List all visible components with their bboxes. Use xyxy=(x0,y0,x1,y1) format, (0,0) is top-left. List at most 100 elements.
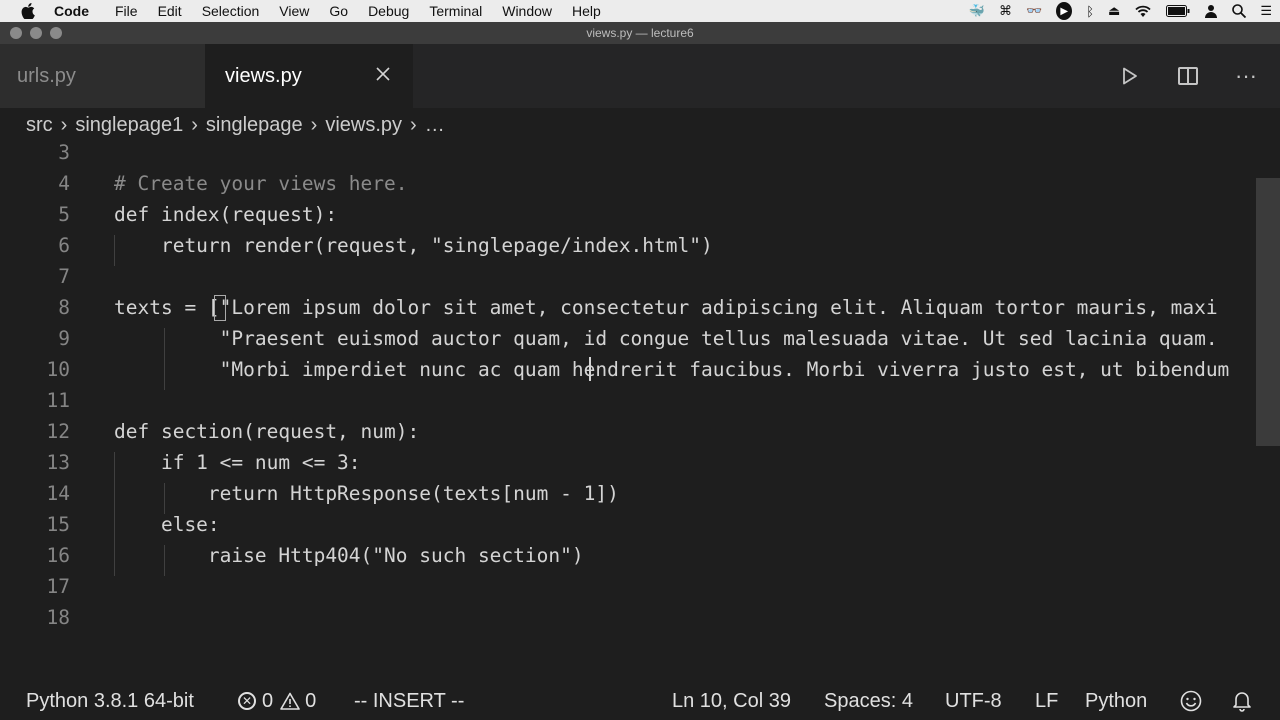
play-circle-icon[interactable]: ▶ xyxy=(1056,2,1073,20)
encoding[interactable]: UTF-8 xyxy=(945,682,1002,720)
code-line: 16 raise Http404("No such section") xyxy=(0,540,1280,571)
control-center-icon[interactable]: ☰ xyxy=(1260,2,1272,20)
problems-indicator[interactable]: ✕ 0 0 xyxy=(236,682,316,720)
editor-actions: ··· xyxy=(1116,44,1260,108)
smiley-icon[interactable] xyxy=(1180,682,1202,720)
tab-label: urls.py xyxy=(17,64,76,87)
line-number: 13 xyxy=(46,451,70,474)
menu-view[interactable]: View xyxy=(279,3,309,19)
menu-app-name[interactable]: Code xyxy=(54,3,89,19)
line-number: 15 xyxy=(46,513,70,536)
vertical-scrollbar[interactable] xyxy=(1256,178,1280,446)
line-number: 9 xyxy=(58,327,70,350)
code-line: 13 if 1 <= num <= 3: xyxy=(0,447,1280,478)
line-number: 5 xyxy=(58,203,70,226)
line-number: 11 xyxy=(46,389,70,412)
indentation[interactable]: Spaces: 4 xyxy=(824,682,913,720)
line-number: 8 xyxy=(58,296,70,319)
code-line: 15 else: xyxy=(0,509,1280,540)
line-text: else: xyxy=(114,513,220,536)
tab-urls-py[interactable]: urls.py xyxy=(0,44,205,108)
code-editor[interactable]: 3 4 # Create your views here. 5 def index(… xyxy=(0,142,1280,662)
code-line: 6 return render(request, "singlepage/ind… xyxy=(0,230,1280,261)
warning-count: 0 xyxy=(305,689,317,712)
code-line: 3 xyxy=(0,142,1280,168)
user-icon[interactable] xyxy=(1204,2,1218,20)
code-line: 7 xyxy=(0,261,1280,292)
breadcrumb: src › singlepage1 › singlepage › views.p… xyxy=(0,108,1280,142)
menu-window[interactable]: Window xyxy=(502,3,552,19)
error-circle-icon: ✕ xyxy=(236,690,258,712)
bell-icon[interactable] xyxy=(1232,682,1252,720)
line-text: "Morbi imperdiet nunc ac quam hendrerit … xyxy=(114,358,1230,381)
line-number: 3 xyxy=(58,142,70,164)
code-line: 17 xyxy=(0,571,1280,602)
line-number: 16 xyxy=(46,544,70,567)
code-line: 11 xyxy=(0,385,1280,416)
python-interpreter[interactable]: Python 3.8.1 64-bit xyxy=(26,682,194,720)
status-bar: Python 3.8.1 64-bit ✕ 0 0 -- INSERT -- L… xyxy=(0,682,1280,720)
close-icon[interactable] xyxy=(371,62,395,86)
menu-help[interactable]: Help xyxy=(572,3,601,19)
battery-icon[interactable] xyxy=(1166,2,1190,20)
code-line: 18 xyxy=(0,602,1280,633)
menu-debug[interactable]: Debug xyxy=(368,3,409,19)
cursor-position[interactable]: Ln 10, Col 39 xyxy=(672,682,791,720)
line-text: # Create your views here. xyxy=(114,172,408,195)
line-number: 18 xyxy=(46,606,70,629)
tab-views-py[interactable]: views.py xyxy=(205,44,413,108)
docker-whale-icon[interactable]: 🐳 xyxy=(969,2,985,20)
line-text: def section(request, num): xyxy=(114,420,420,443)
warning-triangle-icon xyxy=(279,690,301,712)
close-window-icon[interactable] xyxy=(10,27,22,39)
glasses-icon[interactable]: 👓 xyxy=(1026,2,1042,20)
apple-logo-icon[interactable] xyxy=(20,3,36,19)
line-text: return render(request, "singlepage/index… xyxy=(114,234,713,257)
line-number: 4 xyxy=(58,172,70,195)
menu-terminal[interactable]: Terminal xyxy=(429,3,482,19)
error-count: 0 xyxy=(262,689,274,712)
maximize-window-icon[interactable] xyxy=(50,27,62,39)
code-line: 10 "Morbi imperdiet nunc ac quam hendrer… xyxy=(0,354,1280,385)
split-editor-icon[interactable] xyxy=(1174,62,1202,90)
line-number: 17 xyxy=(46,575,70,598)
command-key-icon[interactable]: ⌘ xyxy=(999,2,1012,20)
breadcrumb-item-views-py[interactable]: views.py xyxy=(325,114,402,137)
menu-edit[interactable]: Edit xyxy=(158,3,182,19)
code-line: 12 def section(request, num): xyxy=(0,416,1280,447)
play-icon[interactable] xyxy=(1116,62,1144,90)
eject-icon[interactable]: ⏏ xyxy=(1108,2,1120,20)
line-text: "Praesent euismod auctor quam, id congue… xyxy=(114,327,1218,350)
text-cursor xyxy=(589,357,591,381)
menubar-status-area: 🐳 ⌘ 👓 ▶ ᛒ ⏏ ☰ xyxy=(969,0,1272,22)
line-number: 6 xyxy=(58,234,70,257)
end-of-line[interactable]: LF xyxy=(1035,682,1058,720)
line-number: 7 xyxy=(58,265,70,288)
bluetooth-icon[interactable]: ᛒ xyxy=(1086,2,1094,20)
wifi-icon[interactable] xyxy=(1134,2,1152,20)
editor-tab-bar: urls.py views.py ··· xyxy=(0,44,1280,108)
line-number: 12 xyxy=(46,420,70,443)
menu-selection[interactable]: Selection xyxy=(202,3,260,19)
language-mode[interactable]: Python xyxy=(1085,682,1147,720)
ellipsis-icon[interactable]: ··· xyxy=(1232,62,1260,90)
menu-file[interactable]: File xyxy=(115,3,138,19)
code-line: 4 # Create your views here. xyxy=(0,168,1280,199)
line-number: 10 xyxy=(46,358,70,381)
chevron-right-icon: › xyxy=(60,113,68,136)
breadcrumb-item-symbol[interactable]: … xyxy=(425,114,445,137)
breadcrumb-item-singlepage[interactable]: singlepage xyxy=(206,114,303,137)
code-line: 9 "Praesent euismod auctor quam, id cong… xyxy=(0,323,1280,354)
bracket-match-highlight xyxy=(214,295,226,321)
menu-go[interactable]: Go xyxy=(329,3,348,19)
traffic-lights xyxy=(10,27,62,39)
line-text: return HttpResponse(texts[num - 1]) xyxy=(114,482,619,505)
breadcrumb-item-singlepage1[interactable]: singlepage1 xyxy=(75,114,183,137)
spotlight-search-icon[interactable] xyxy=(1232,2,1247,20)
breadcrumb-item-src[interactable]: src xyxy=(26,114,53,137)
line-text: raise Http404("No such section") xyxy=(114,544,584,567)
line-number: 14 xyxy=(46,482,70,505)
minimize-window-icon[interactable] xyxy=(30,27,42,39)
line-text: texts = ["Lorem ipsum dolor sit amet, co… xyxy=(114,296,1218,319)
macos-menu-bar: Code File Edit Selection View Go Debug T… xyxy=(0,0,1280,22)
